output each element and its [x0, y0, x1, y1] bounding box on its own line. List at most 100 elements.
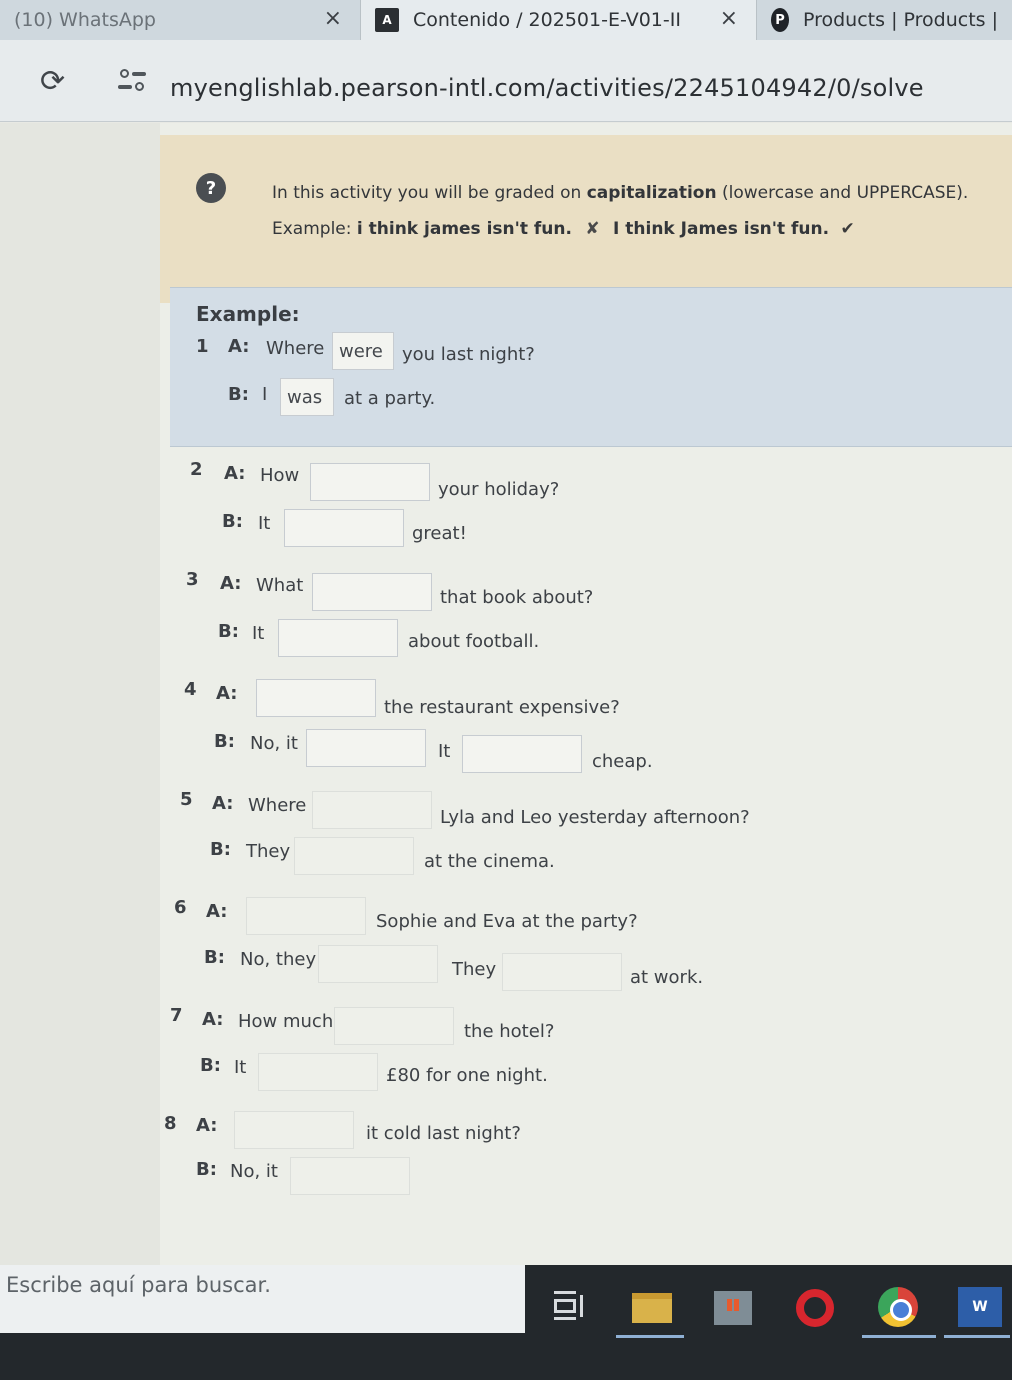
taskbar-search[interactable]: Escribe aquí para buscar. [0, 1265, 525, 1333]
answer-input[interactable] [290, 1157, 410, 1195]
speaker-label: A: [196, 1115, 218, 1136]
tab-contenido[interactable]: A Contenido / 202501-E-V01-II × [360, 0, 756, 40]
answer-input[interactable] [306, 729, 426, 767]
check-icon: ✔ [840, 219, 855, 239]
tab-label: Contenido / 202501-E-V01-II [413, 9, 681, 31]
prompt-text: at the cinema. [424, 851, 555, 872]
reload-icon[interactable]: ⟳ [40, 64, 65, 99]
prompt-text: What [256, 575, 304, 596]
answer-input[interactable] [310, 463, 430, 501]
prompt-text: £80 for one night. [386, 1065, 548, 1086]
prompt-text: I [262, 384, 268, 405]
prompt-text: the hotel? [464, 1021, 555, 1042]
prompt-text: Lyla and Leo yesterday afternoon? [440, 807, 750, 828]
answer-input[interactable] [258, 1053, 378, 1091]
pearson-icon: A [375, 8, 399, 32]
prompt-text: your holiday? [438, 479, 560, 500]
tab-whatsapp[interactable]: (10) WhatsApp × [0, 0, 360, 40]
speaker-label: B: [196, 1159, 217, 1180]
item-number: 4 [184, 679, 197, 700]
example-answer: was [280, 378, 334, 416]
left-margin [0, 123, 160, 1265]
speaker-label: A: [206, 901, 228, 922]
answer-input[interactable] [278, 619, 398, 657]
speaker-label: A: [202, 1009, 224, 1030]
speaker-label: B: [228, 384, 249, 405]
prompt-text: How [260, 465, 300, 486]
item-number: 1 [196, 336, 209, 357]
speaker-label: A: [212, 793, 234, 814]
search-placeholder: Escribe aquí para buscar. [6, 1273, 271, 1297]
task-view-icon[interactable] [548, 1287, 588, 1325]
address-bar: ⟳ myenglishlab.pearson-intl.com/activiti… [0, 40, 1012, 122]
page-content: ? In this activity you will be graded on… [0, 123, 1012, 1265]
example-answer: were [332, 332, 394, 370]
speaker-label: A: [220, 573, 242, 594]
windows-taskbar: Escribe aquí para buscar. W [0, 1265, 1012, 1380]
tab-products[interactable]: P Products | Products | [756, 0, 1012, 40]
chrome-icon[interactable] [878, 1287, 918, 1327]
speaker-label: B: [200, 1055, 221, 1076]
prompt-text: No, it [230, 1161, 278, 1182]
example-box: Example: 1 A: Where were you last night?… [170, 287, 1012, 447]
url-field[interactable]: myenglishlab.pearson-intl.com/activities… [170, 74, 924, 102]
site-info-icon[interactable] [118, 68, 146, 96]
speaker-label: A: [216, 683, 238, 704]
browser-tab-bar: (10) WhatsApp × A Contenido / 202501-E-V… [0, 0, 1012, 40]
answer-input[interactable] [318, 945, 438, 983]
answer-input[interactable] [334, 1007, 454, 1045]
products-icon: P [771, 8, 789, 32]
answer-input[interactable] [462, 735, 582, 773]
prompt-text: It [438, 741, 451, 762]
item-number: 2 [190, 459, 203, 480]
help-icon[interactable]: ? [196, 173, 226, 203]
item-number: 8 [164, 1113, 177, 1134]
instructions-text: In this activity you will be graded on c… [272, 183, 969, 203]
tab-label: Products | Products | [802, 9, 998, 31]
speaker-label: B: [210, 839, 231, 860]
prompt-text: cheap. [592, 751, 653, 772]
answer-input[interactable] [312, 791, 432, 829]
prompt-text: No, they [240, 949, 317, 970]
answer-input[interactable] [294, 837, 414, 875]
speaker-label: B: [214, 731, 235, 752]
word-icon[interactable]: W [958, 1287, 1002, 1327]
prompt-text: They [452, 959, 497, 980]
prompt-text: It [252, 623, 265, 644]
item-number: 6 [174, 897, 187, 918]
answer-input[interactable] [234, 1111, 354, 1149]
prompt-text: How much [238, 1011, 334, 1032]
instructions-example: Example: i think james isn't fun. ✘ I th… [272, 219, 855, 239]
file-explorer-icon[interactable] [632, 1293, 672, 1323]
prompt-text: about football. [408, 631, 540, 652]
close-icon[interactable]: × [720, 6, 738, 31]
opera-icon[interactable] [796, 1289, 834, 1327]
prompt-text: Where [248, 795, 307, 816]
prompt-text: the restaurant expensive? [384, 697, 620, 718]
active-app-indicator [944, 1335, 1010, 1338]
item-number: 3 [186, 569, 199, 590]
prompt-text: No, it [250, 733, 298, 754]
instructions-panel: ? In this activity you will be graded on… [160, 135, 1012, 303]
item-number: 7 [170, 1005, 183, 1026]
prompt-text: that book about? [440, 587, 594, 608]
prompt-text: Where [266, 338, 325, 359]
prompt-text: They [246, 841, 291, 862]
incorrect-example: i think james isn't fun. [356, 219, 572, 239]
cross-icon: ✘ [585, 219, 600, 239]
answer-input[interactable] [256, 679, 376, 717]
prompt-text: It [258, 513, 271, 534]
speaker-label: A: [224, 463, 246, 484]
answer-input[interactable] [502, 953, 622, 991]
prompt-text: it cold last night? [366, 1123, 521, 1144]
answer-input[interactable] [284, 509, 404, 547]
store-icon[interactable] [714, 1291, 752, 1325]
speaker-label: B: [222, 511, 243, 532]
active-app-indicator [616, 1335, 684, 1338]
answer-input[interactable] [246, 897, 366, 935]
close-icon[interactable]: × [324, 6, 342, 31]
prompt-text: It [234, 1057, 247, 1078]
prompt-text: Sophie and Eva at the party? [376, 911, 638, 932]
tab-label: (10) WhatsApp [14, 9, 156, 31]
answer-input[interactable] [312, 573, 432, 611]
